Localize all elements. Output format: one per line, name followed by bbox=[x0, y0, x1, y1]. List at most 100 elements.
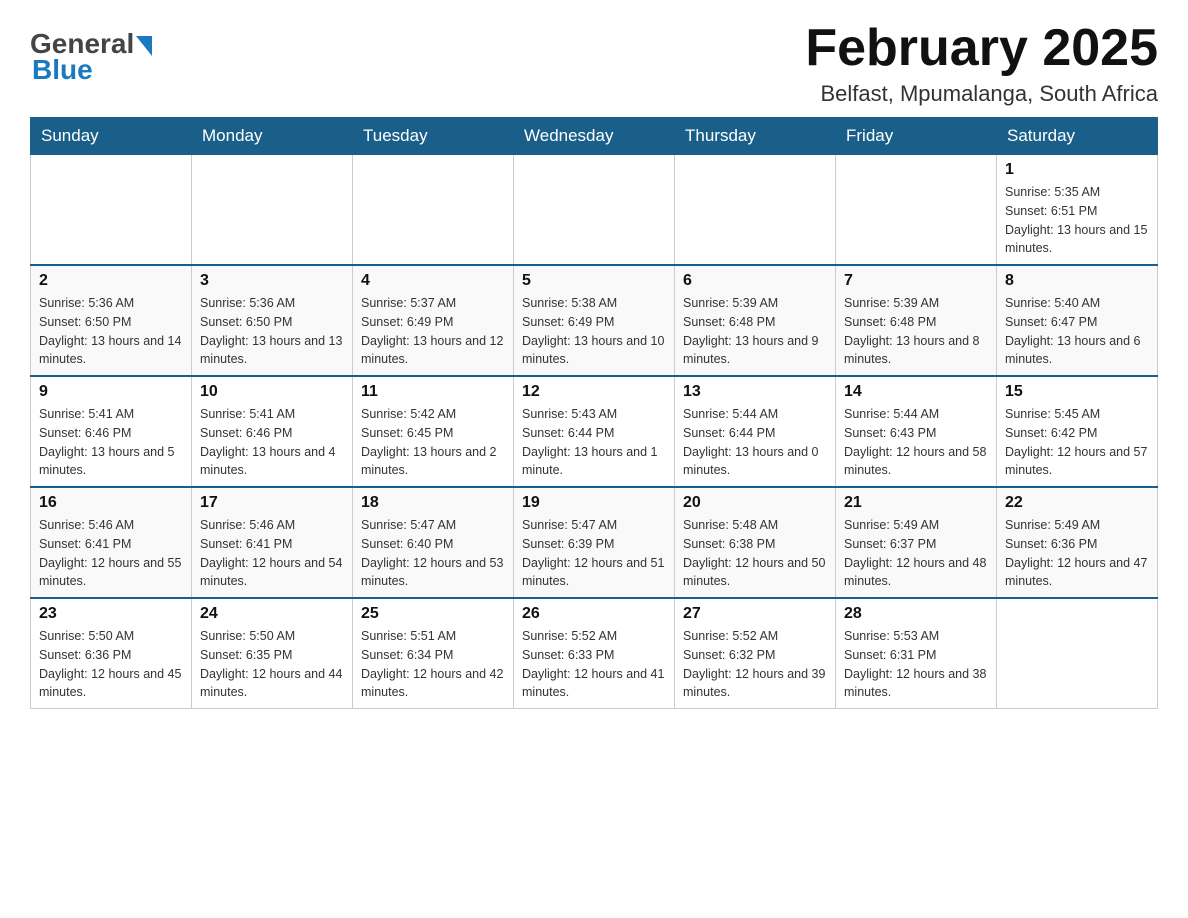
day-info: Sunrise: 5:43 AMSunset: 6:44 PMDaylight:… bbox=[522, 405, 666, 480]
col-tuesday: Tuesday bbox=[353, 118, 514, 155]
day-number: 12 bbox=[522, 383, 666, 401]
location: Belfast, Mpumalanga, South Africa bbox=[805, 81, 1158, 107]
table-row: 21 Sunrise: 5:49 AMSunset: 6:37 PMDayligh… bbox=[836, 487, 997, 598]
day-info: Sunrise: 5:49 AMSunset: 6:37 PMDaylight:… bbox=[844, 516, 988, 591]
table-row: 26 Sunrise: 5:52 AMSunset: 6:33 PMDayligh… bbox=[514, 598, 675, 709]
calendar-week-row: 23 Sunrise: 5:50 AMSunset: 6:36 PMDayligh… bbox=[31, 598, 1158, 709]
day-number: 14 bbox=[844, 383, 988, 401]
table-row: 7 Sunrise: 5:39 AMSunset: 6:48 PMDaylight… bbox=[836, 265, 997, 376]
day-number: 25 bbox=[361, 605, 505, 623]
day-number: 2 bbox=[39, 272, 183, 290]
logo: General Blue bbox=[30, 20, 152, 86]
day-number: 19 bbox=[522, 494, 666, 512]
table-row: 15Sunrise: 5:45 AMSunset: 6:42 PMDayligh… bbox=[997, 376, 1158, 487]
day-number: 5 bbox=[522, 272, 666, 290]
table-row: 8Sunrise: 5:40 AMSunset: 6:47 PMDaylight… bbox=[997, 265, 1158, 376]
calendar-header-row: Sunday Monday Tuesday Wednesday Thursday… bbox=[31, 118, 1158, 155]
table-row: 10Sunrise: 5:41 AMSunset: 6:46 PMDayligh… bbox=[192, 376, 353, 487]
table-row: 14 Sunrise: 5:44 AMSunset: 6:43 PMDayligh… bbox=[836, 376, 997, 487]
table-row bbox=[836, 155, 997, 266]
day-info: Sunrise: 5:42 AMSunset: 6:45 PMDaylight:… bbox=[361, 405, 505, 480]
day-info: Sunrise: 5:36 AMSunset: 6:50 PMDaylight:… bbox=[39, 294, 183, 369]
day-info: Sunrise: 5:52 AMSunset: 6:32 PMDaylight:… bbox=[683, 627, 827, 702]
day-info: Sunrise: 5:53 AMSunset: 6:31 PMDaylight:… bbox=[844, 627, 988, 702]
table-row: 27 Sunrise: 5:52 AMSunset: 6:32 PMDayligh… bbox=[675, 598, 836, 709]
table-row bbox=[675, 155, 836, 266]
calendar-table: Sunday Monday Tuesday Wednesday Thursday… bbox=[30, 117, 1158, 709]
day-number: 24 bbox=[200, 605, 344, 623]
table-row: 12 Sunrise: 5:43 AMSunset: 6:44 PMDayligh… bbox=[514, 376, 675, 487]
day-number: 23 bbox=[39, 605, 183, 623]
day-info: Sunrise: 5:50 AMSunset: 6:36 PMDaylight:… bbox=[39, 627, 183, 702]
day-info: Sunrise: 5:35 AMSunset: 6:51 PMDaylight:… bbox=[1005, 183, 1149, 258]
table-row: 20 Sunrise: 5:48 AMSunset: 6:38 PMDayligh… bbox=[675, 487, 836, 598]
table-row: 28 Sunrise: 5:53 AMSunset: 6:31 PMDayligh… bbox=[836, 598, 997, 709]
day-number: 4 bbox=[361, 272, 505, 290]
day-number: 18 bbox=[361, 494, 505, 512]
day-number: 20 bbox=[683, 494, 827, 512]
day-info: Sunrise: 5:51 AMSunset: 6:34 PMDaylight:… bbox=[361, 627, 505, 702]
table-row bbox=[514, 155, 675, 266]
day-info: Sunrise: 5:46 AMSunset: 6:41 PMDaylight:… bbox=[200, 516, 344, 591]
day-info: Sunrise: 5:36 AMSunset: 6:50 PMDaylight:… bbox=[200, 294, 344, 369]
day-number: 16 bbox=[39, 494, 183, 512]
calendar-week-row: 1 Sunrise: 5:35 AMSunset: 6:51 PMDaylight… bbox=[31, 155, 1158, 266]
day-info: Sunrise: 5:39 AMSunset: 6:48 PMDaylight:… bbox=[844, 294, 988, 369]
day-info: Sunrise: 5:46 AMSunset: 6:41 PMDaylight:… bbox=[39, 516, 183, 591]
title-section: February 2025 Belfast, Mpumalanga, South… bbox=[805, 20, 1158, 107]
calendar-week-row: 2 Sunrise: 5:36 AMSunset: 6:50 PMDaylight… bbox=[31, 265, 1158, 376]
col-thursday: Thursday bbox=[675, 118, 836, 155]
table-row: 17 Sunrise: 5:46 AMSunset: 6:41 PMDayligh… bbox=[192, 487, 353, 598]
col-wednesday: Wednesday bbox=[514, 118, 675, 155]
day-info: Sunrise: 5:49 AMSunset: 6:36 PMDaylight:… bbox=[1005, 516, 1149, 591]
day-number: 28 bbox=[844, 605, 988, 623]
day-info: Sunrise: 5:52 AMSunset: 6:33 PMDaylight:… bbox=[522, 627, 666, 702]
day-info: Sunrise: 5:47 AMSunset: 6:39 PMDaylight:… bbox=[522, 516, 666, 591]
calendar-week-row: 9Sunrise: 5:41 AMSunset: 6:46 PMDaylight… bbox=[31, 376, 1158, 487]
table-row: 1 Sunrise: 5:35 AMSunset: 6:51 PMDaylight… bbox=[997, 155, 1158, 266]
month-title: February 2025 bbox=[805, 20, 1158, 77]
table-row bbox=[31, 155, 192, 266]
day-number: 7 bbox=[844, 272, 988, 290]
day-number: 17 bbox=[200, 494, 344, 512]
table-row: 19 Sunrise: 5:47 AMSunset: 6:39 PMDayligh… bbox=[514, 487, 675, 598]
day-info: Sunrise: 5:47 AMSunset: 6:40 PMDaylight:… bbox=[361, 516, 505, 591]
day-info: Sunrise: 5:44 AMSunset: 6:43 PMDaylight:… bbox=[844, 405, 988, 480]
table-row: 24 Sunrise: 5:50 AMSunset: 6:35 PMDayligh… bbox=[192, 598, 353, 709]
table-row: 3 Sunrise: 5:36 AMSunset: 6:50 PMDaylight… bbox=[192, 265, 353, 376]
day-number: 21 bbox=[844, 494, 988, 512]
day-number: 13 bbox=[683, 383, 827, 401]
day-info: Sunrise: 5:48 AMSunset: 6:38 PMDaylight:… bbox=[683, 516, 827, 591]
table-row bbox=[997, 598, 1158, 709]
day-info: Sunrise: 5:50 AMSunset: 6:35 PMDaylight:… bbox=[200, 627, 344, 702]
table-row: 11 Sunrise: 5:42 AMSunset: 6:45 PMDayligh… bbox=[353, 376, 514, 487]
day-number: 8 bbox=[1005, 272, 1149, 290]
day-number: 11 bbox=[361, 383, 505, 401]
day-number: 3 bbox=[200, 272, 344, 290]
table-row: 13 Sunrise: 5:44 AMSunset: 6:44 PMDayligh… bbox=[675, 376, 836, 487]
table-row: 18 Sunrise: 5:47 AMSunset: 6:40 PMDayligh… bbox=[353, 487, 514, 598]
day-info: Sunrise: 5:38 AMSunset: 6:49 PMDaylight:… bbox=[522, 294, 666, 369]
day-number: 27 bbox=[683, 605, 827, 623]
table-row: 6 Sunrise: 5:39 AMSunset: 6:48 PMDaylight… bbox=[675, 265, 836, 376]
day-number: 6 bbox=[683, 272, 827, 290]
col-friday: Friday bbox=[836, 118, 997, 155]
table-row: 16 Sunrise: 5:46 AMSunset: 6:41 PMDayligh… bbox=[31, 487, 192, 598]
table-row: 5 Sunrise: 5:38 AMSunset: 6:49 PMDaylight… bbox=[514, 265, 675, 376]
table-row: 25 Sunrise: 5:51 AMSunset: 6:34 PMDayligh… bbox=[353, 598, 514, 709]
table-row: 23 Sunrise: 5:50 AMSunset: 6:36 PMDayligh… bbox=[31, 598, 192, 709]
day-number: 26 bbox=[522, 605, 666, 623]
table-row: 2 Sunrise: 5:36 AMSunset: 6:50 PMDaylight… bbox=[31, 265, 192, 376]
table-row bbox=[192, 155, 353, 266]
day-info: Sunrise: 5:41 AMSunset: 6:46 PMDaylight:… bbox=[39, 405, 183, 480]
col-monday: Monday bbox=[192, 118, 353, 155]
day-info: Sunrise: 5:39 AMSunset: 6:48 PMDaylight:… bbox=[683, 294, 827, 369]
day-number: 1 bbox=[1005, 161, 1149, 179]
page-header: General Blue February 2025 Belfast, Mpum… bbox=[30, 20, 1158, 107]
calendar-week-row: 16 Sunrise: 5:46 AMSunset: 6:41 PMDayligh… bbox=[31, 487, 1158, 598]
table-row: 9Sunrise: 5:41 AMSunset: 6:46 PMDaylight… bbox=[31, 376, 192, 487]
day-info: Sunrise: 5:44 AMSunset: 6:44 PMDaylight:… bbox=[683, 405, 827, 480]
col-sunday: Sunday bbox=[31, 118, 192, 155]
day-info: Sunrise: 5:45 AMSunset: 6:42 PMDaylight:… bbox=[1005, 405, 1149, 480]
day-number: 22 bbox=[1005, 494, 1149, 512]
